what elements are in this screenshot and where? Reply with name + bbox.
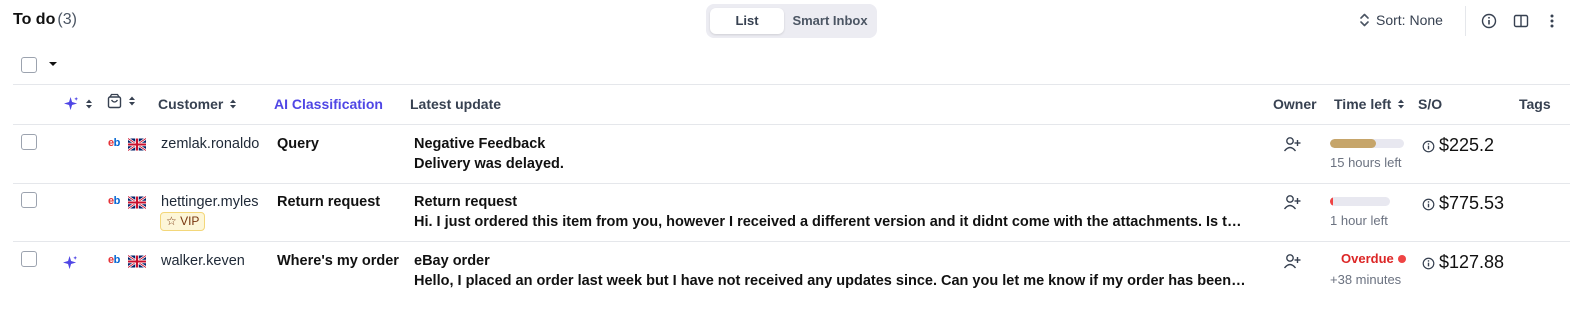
order-amount: $127.88 xyxy=(1439,252,1505,272)
ebay-logo-icon: eb xyxy=(108,137,120,149)
overdue-duration: +38 minutes xyxy=(1330,272,1402,287)
classification: Query xyxy=(277,136,319,152)
sort-arrows-icon xyxy=(1398,99,1405,109)
info-icon[interactable] xyxy=(1422,198,1435,211)
page-title: To do (3) xyxy=(13,11,77,29)
classification: Return request xyxy=(277,194,381,210)
uk-flag-icon xyxy=(128,196,146,209)
order-amount: $225.2 xyxy=(1439,135,1495,155)
col-time-left[interactable]: Time left xyxy=(1334,96,1405,112)
info-icon[interactable] xyxy=(1422,140,1435,153)
row-checkbox[interactable] xyxy=(21,192,37,208)
info-icon[interactable] xyxy=(1422,257,1435,270)
sort-label: Sort: None xyxy=(1376,12,1443,28)
col-tags: Tags xyxy=(1519,96,1551,112)
sort-arrows-icon xyxy=(230,99,237,109)
uk-flag-icon xyxy=(128,138,146,151)
col-channel[interactable] xyxy=(107,93,136,109)
col-latest-update: Latest update xyxy=(410,96,502,112)
update-body: Hi. I just ordered this item from you, h… xyxy=(414,214,1250,230)
row-checkbox[interactable] xyxy=(21,134,37,150)
select-menu-caret-icon[interactable] xyxy=(48,60,58,68)
uk-flag-icon xyxy=(128,255,146,268)
classification: Where's my order xyxy=(277,253,399,269)
customer-name[interactable]: walker.keven xyxy=(161,253,245,269)
sort-button[interactable]: Sort: None xyxy=(1359,12,1443,28)
table-row[interactable]: eb walker.keven Where's my order eBay or… xyxy=(13,242,1570,300)
view-toggle: List Smart Inbox xyxy=(706,4,877,38)
vip-badge: ☆ VIP xyxy=(160,212,206,231)
assign-owner-icon[interactable] xyxy=(1283,136,1301,152)
customer-name[interactable]: zemlak.ronaldo xyxy=(161,136,259,152)
tab-list[interactable]: List xyxy=(710,8,784,34)
sparkle-icon xyxy=(64,96,79,111)
header-divider xyxy=(1465,6,1466,36)
order-amount: $775.53 xyxy=(1439,193,1505,213)
col-ai-classification[interactable]: AI Classification xyxy=(274,96,383,112)
col-customer[interactable]: Customer xyxy=(158,96,237,112)
divider xyxy=(13,84,1570,85)
time-left-progress xyxy=(1330,139,1404,148)
select-all-checkbox[interactable] xyxy=(21,57,37,73)
col-customer-label: Customer xyxy=(158,96,224,112)
todo-count: (3) xyxy=(57,11,77,28)
time-left-fill xyxy=(1330,139,1376,148)
ebay-logo-icon: eb xyxy=(108,254,120,266)
update-title: Return request xyxy=(414,194,518,210)
time-left-label: 15 hours left xyxy=(1330,155,1402,170)
info-icon[interactable] xyxy=(1480,12,1498,30)
sort-icon xyxy=(1360,13,1369,27)
col-ai-flag[interactable] xyxy=(64,96,93,111)
sort-arrows-icon xyxy=(129,96,135,106)
time-left-progress xyxy=(1330,197,1390,206)
sort-arrows-icon xyxy=(86,99,92,108)
row-checkbox[interactable] xyxy=(21,251,37,267)
time-left-fill xyxy=(1330,197,1333,206)
update-body: Hello, I placed an order last week but I… xyxy=(414,273,1246,289)
page-title-text: To do xyxy=(13,11,56,28)
col-time-left-label: Time left xyxy=(1334,96,1392,112)
ebay-logo-icon: eb xyxy=(108,195,120,207)
more-vertical-icon[interactable] xyxy=(1543,12,1561,30)
update-title: Negative Feedback xyxy=(414,136,546,152)
overdue-label: Overdue xyxy=(1341,251,1394,266)
time-left-label: 1 hour left xyxy=(1330,213,1388,228)
shopping-bag-icon xyxy=(107,93,122,109)
columns-icon[interactable] xyxy=(1512,12,1530,30)
sparkle-icon xyxy=(63,255,78,270)
col-so: S/O xyxy=(1418,96,1443,112)
table-row[interactable]: eb zemlak.ronaldo Query Negative Feedbac… xyxy=(13,125,1570,183)
customer-name[interactable]: hettinger.myles xyxy=(161,194,259,210)
col-owner: Owner xyxy=(1273,96,1317,112)
update-body: Delivery was delayed. xyxy=(414,156,564,172)
overdue-status: Overdue xyxy=(1341,251,1406,266)
table-row[interactable]: eb hettinger.myles ☆ VIP Return request … xyxy=(13,183,1570,241)
overdue-dot xyxy=(1397,254,1406,263)
assign-owner-icon[interactable] xyxy=(1283,253,1301,269)
update-title: eBay order xyxy=(414,253,490,269)
assign-owner-icon[interactable] xyxy=(1283,194,1301,210)
tab-smart-inbox[interactable]: Smart Inbox xyxy=(786,8,874,34)
